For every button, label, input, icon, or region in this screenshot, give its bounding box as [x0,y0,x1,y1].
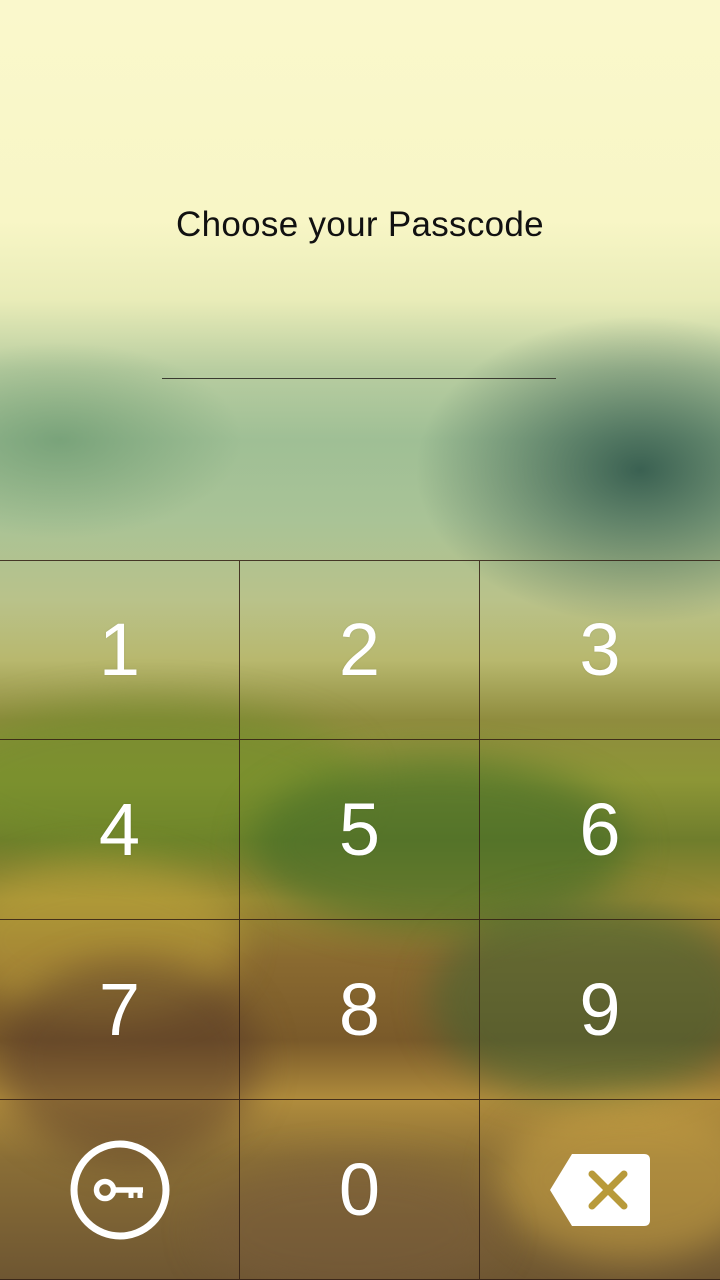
key-8[interactable]: 8 [240,920,480,1100]
numeric-keypad: 1 2 3 4 5 6 7 8 9 0 [0,560,720,1280]
key-0[interactable]: 0 [240,1100,480,1280]
key-label: 4 [98,787,141,871]
key-9[interactable]: 9 [480,920,720,1100]
key-2[interactable]: 2 [240,560,480,740]
page-title: Choose your Passcode [176,205,544,244]
backspace-button[interactable] [480,1100,720,1280]
key-1[interactable]: 1 [0,560,240,740]
key-options-button[interactable] [0,1100,240,1280]
key-icon [68,1138,172,1242]
key-label: 7 [98,967,141,1051]
backspace-icon [548,1150,652,1230]
key-label: 3 [579,608,621,691]
key-3[interactable]: 3 [480,560,720,740]
passcode-entry-field [162,378,556,379]
key-label: 1 [98,608,141,691]
key-4[interactable]: 4 [0,740,240,920]
key-7[interactable]: 7 [0,920,240,1100]
key-label: 8 [338,967,381,1051]
key-label: 5 [338,787,381,871]
key-label: 9 [579,967,621,1051]
key-label: 0 [338,1147,381,1231]
key-label: 2 [338,608,381,691]
key-6[interactable]: 6 [480,740,720,920]
key-5[interactable]: 5 [240,740,480,920]
key-label: 6 [579,787,621,871]
